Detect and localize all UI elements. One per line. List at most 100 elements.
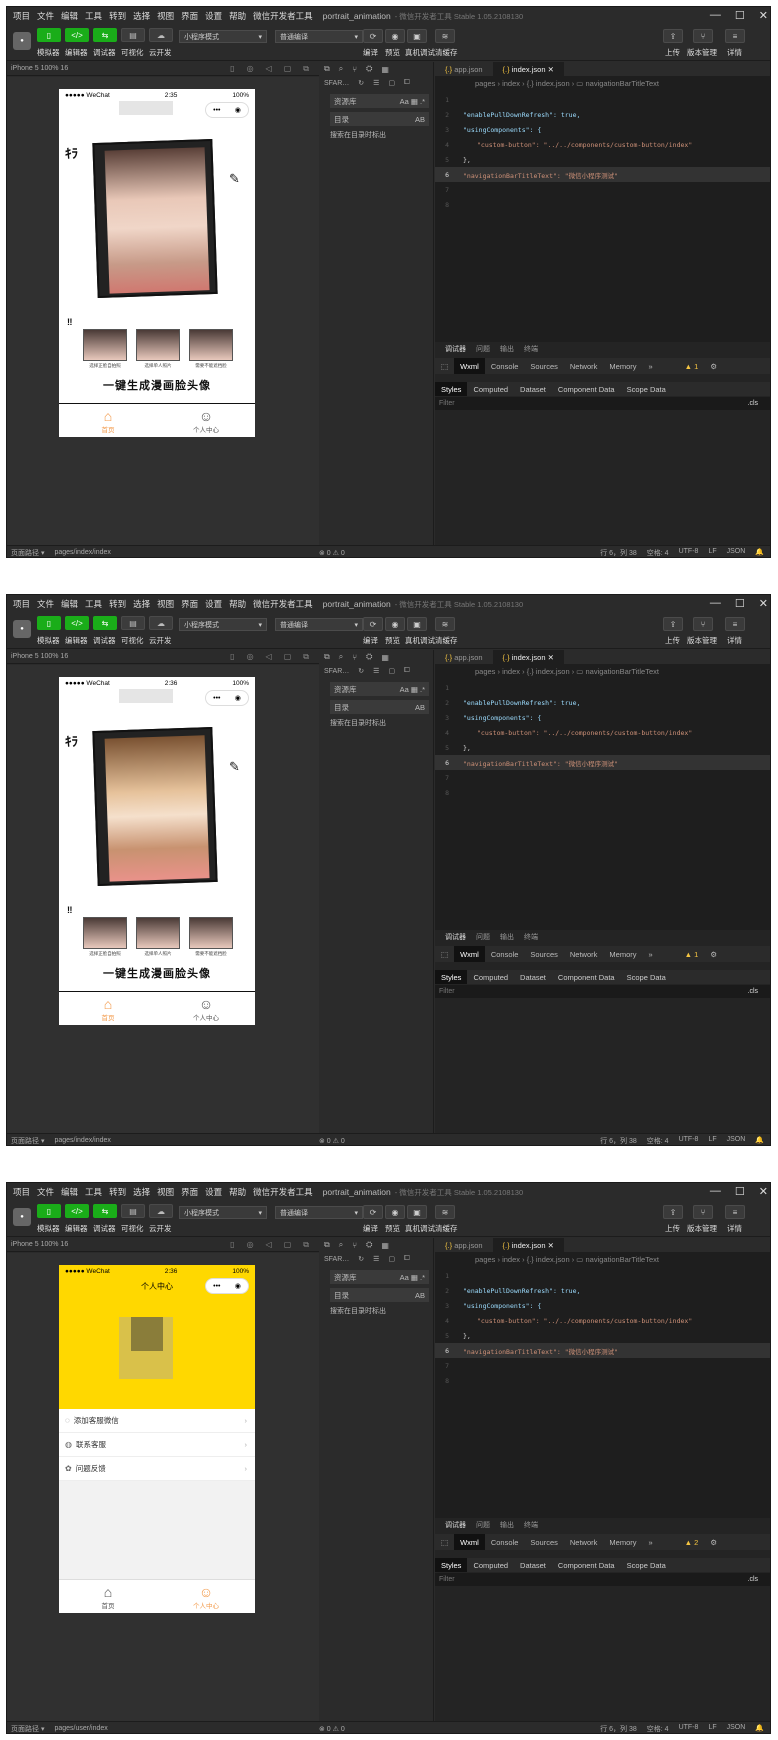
close-icon[interactable]: ✕ [548,1241,554,1250]
menu-view[interactable]: 视图 [157,598,174,610]
refresh-icon[interactable]: ↻ [358,79,364,87]
search-icon[interactable]: ⌕ [339,64,343,74]
tab-index-json[interactable]: {.} index.json ✕ [492,650,564,664]
tab-profile[interactable]: ☺ 个人中心 [157,404,255,437]
menu-project[interactable]: 项目 [13,10,30,22]
tab-home[interactable]: ⌂ 首页 [59,992,157,1025]
record-icon[interactable]: ◎ [247,1240,254,1250]
clear-cache-icon[interactable]: ≋ [435,1205,455,1219]
tab-index-json[interactable]: {.} index.json ✕ [492,1238,564,1252]
home-icon[interactable]: ▢ [284,652,292,662]
cloud-button[interactable]: ☁ [149,28,173,42]
capsule-button[interactable]: ••• ◉ [205,102,249,118]
extension-icon[interactable]: ▦ [381,65,389,74]
menu-tools[interactable]: 工具 [85,598,102,610]
menu-edit[interactable]: 编辑 [61,1186,78,1198]
details-icon[interactable]: ≡ [725,617,745,631]
portrait-photo[interactable] [92,138,218,299]
search-input[interactable]: 资源库 Aa ▦ .* [330,1270,429,1284]
record-icon[interactable]: ◎ [247,64,254,74]
menu-file[interactable]: 文件 [37,1186,54,1198]
refresh-icon[interactable]: ↻ [358,1255,364,1263]
cloud-button[interactable]: ☁ [149,1204,173,1218]
cloud-button[interactable]: ☁ [149,616,173,630]
editor-button[interactable]: </> [65,28,89,42]
error-count[interactable]: ⊗ 0 ⚠ 0 [319,1725,345,1733]
version-icon[interactable]: ⑂ [693,29,713,43]
avatar[interactable]: ● [13,32,31,50]
preview-icon[interactable]: ◉ [385,1205,405,1219]
gear-icon[interactable]: ⚙ [704,362,723,371]
simulator-button[interactable]: ▯ [37,28,61,42]
code-lines[interactable]: 1 2 "enablePullDownRefresh": true, 3 "usin… [435,1268,770,1388]
home-icon[interactable]: ▢ [284,64,292,74]
close-icon[interactable]: ✕ [759,9,768,22]
page-path-label[interactable]: 页面路径 ▾ [11,548,44,558]
phone-icon[interactable]: ▯ [230,64,234,74]
menu-tools[interactable]: 工具 [85,10,102,22]
search-input[interactable]: 资源库 Aa ▦ .* [330,682,429,696]
menu-edit[interactable]: 编辑 [61,598,78,610]
code-lines[interactable]: 1 2 "enablePullDownRefresh": true, 3 "usin… [435,680,770,800]
maximize-icon[interactable]: ☐ [735,1185,745,1198]
preview-icon[interactable]: ◉ [385,617,405,631]
minimize-icon[interactable]: — [710,9,721,22]
mode-select[interactable]: 小程序模式 ▾ [179,30,267,43]
list-item-contact[interactable]: ◍ 联系客服 › [59,1433,255,1457]
visual-button[interactable]: ▤ [121,28,145,42]
home-icon[interactable]: ▢ [284,1240,292,1250]
list-item-feedback[interactable]: ✿ 问题反馈 › [59,1457,255,1481]
bell-icon[interactable]: 🔔 [755,1724,764,1734]
menu-view[interactable]: 视图 [157,1186,174,1198]
details-icon[interactable]: ≡ [725,29,745,43]
warning-badge[interactable]: ▲ 1 [679,362,705,371]
page-path-label[interactable]: 页面路径 ▾ [11,1136,44,1146]
menu-select[interactable]: 选择 [133,1186,150,1198]
compile-select[interactable]: 普通编译 ▾ [275,618,363,631]
compile-icon[interactable]: ⟳ [363,29,383,43]
compile-icon[interactable]: ⟳ [363,1205,383,1219]
menu-ui[interactable]: 界面 [181,1186,198,1198]
clear-cache-icon[interactable]: ≋ [435,617,455,631]
menu-project[interactable]: 项目 [13,1186,30,1198]
visual-button[interactable]: ▤ [121,616,145,630]
list-icon[interactable]: ☰ [373,667,379,675]
avatar[interactable]: ● [13,620,31,638]
gear-icon[interactable]: ⚙ [704,950,723,959]
search-icon[interactable]: ⌕ [339,652,343,662]
back-icon[interactable]: ◁ [266,1240,272,1250]
back-icon[interactable]: ◁ [266,64,272,74]
version-icon[interactable]: ⑂ [693,617,713,631]
git-icon[interactable]: ⑂ [352,653,357,662]
device-select[interactable]: iPhone 5 100% 16 [11,653,68,660]
compile-icon[interactable]: ⟳ [363,617,383,631]
version-icon[interactable]: ⑂ [693,1205,713,1219]
mode-select[interactable]: 小程序模式 ▾ [179,1206,267,1219]
tab-app-json[interactable]: {.} app.json [435,62,493,76]
filter-input[interactable]: Filter .cls [435,1573,770,1586]
tab-index-json[interactable]: {.} index.json ✕ [492,62,564,76]
new-file-icon[interactable]: ▢ [388,667,395,675]
remote-debug-icon[interactable]: ▣ [407,617,427,631]
maximize-icon[interactable]: ☐ [735,597,745,610]
git-icon[interactable]: ⑂ [352,1241,357,1250]
remote-debug-icon[interactable]: ▣ [407,29,427,43]
avatar[interactable]: ● [13,1208,31,1226]
menu-wechat-devtools[interactable]: 微信开发者工具 [253,1186,313,1198]
minimize-icon[interactable]: — [710,597,721,610]
replace-input[interactable]: 目录 AB [330,1288,429,1302]
capsule-button[interactable]: ••• ◉ [205,1278,249,1294]
code-lines[interactable]: 1 2 "enablePullDownRefresh": true, 3 "usin… [435,92,770,212]
menu-goto[interactable]: 转到 [109,1186,126,1198]
files-icon[interactable]: ⧉ [324,64,330,74]
extension-icon[interactable]: ▦ [381,1241,389,1250]
refresh-icon[interactable]: ↻ [358,667,364,675]
files-icon[interactable]: ⧉ [324,652,330,662]
phone-icon[interactable]: ▯ [230,652,234,662]
filter-input[interactable]: Filter .cls [435,985,770,998]
popout-icon[interactable]: ⧉ [303,652,309,662]
debugger-button[interactable]: ⇆ [93,1204,117,1218]
upload-icon[interactable]: ⇪ [663,29,683,43]
tab-app-json[interactable]: {.} app.json [435,1238,493,1252]
search-input[interactable]: 资源库 Aa ▦ .* [330,94,429,108]
